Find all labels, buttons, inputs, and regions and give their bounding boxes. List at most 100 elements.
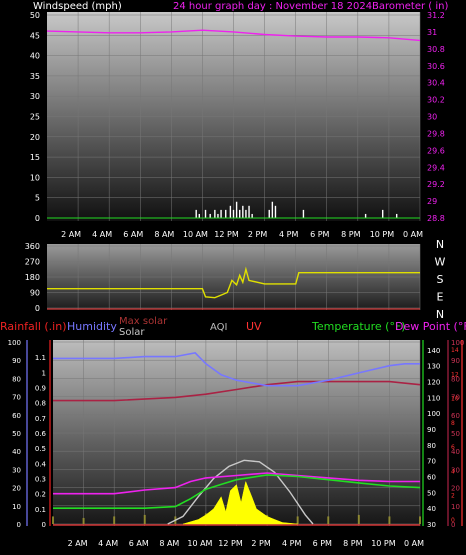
windspeed-bar bbox=[232, 209, 235, 218]
humidity-tick-label: 80 bbox=[12, 375, 21, 383]
windspeed-bar bbox=[239, 209, 241, 218]
windspeed-bar bbox=[195, 209, 197, 218]
barometer-tick-label: 29 bbox=[427, 197, 437, 206]
dew-point-tick-label: 20 bbox=[451, 485, 460, 493]
uv-tick-label: 8 bbox=[451, 420, 455, 427]
uv-tick-label: 4 bbox=[451, 468, 455, 475]
time-tick-label: 4 AM bbox=[92, 230, 112, 239]
weather-graphs: Windspeed (mph) 24 hour graph day : Nove… bbox=[0, 1, 466, 548]
barometer-tick-label: 29.8 bbox=[427, 129, 445, 138]
legend-temperature: Temperature (°F) bbox=[311, 320, 406, 333]
time-tick-label: 8 AM bbox=[159, 539, 179, 548]
windspeed-tick-label: 25 bbox=[30, 113, 40, 122]
aqi-bar bbox=[82, 517, 85, 524]
aqi-bar bbox=[419, 516, 421, 524]
uv-tick-label: 2 bbox=[451, 493, 455, 500]
panel1-time-ticks: 2 AM 4 AM 6 AM 8 AM 10 AM 12 PM 2 PM 4 PM 6 PM 8 … bbox=[61, 230, 423, 239]
humidity-tick-label: 20 bbox=[12, 485, 21, 493]
humidity-tick-label: 60 bbox=[12, 412, 21, 420]
windspeed-tick-label: 10 bbox=[30, 173, 40, 182]
windspeed-bar bbox=[271, 201, 274, 218]
temperature-tick-label: 80 bbox=[427, 442, 436, 450]
barometer-tick-label: 30 bbox=[427, 113, 437, 122]
windspeed-bar bbox=[198, 213, 201, 218]
time-tick-label: 6 AM bbox=[123, 230, 143, 239]
windspeed-bar bbox=[274, 205, 277, 218]
time-tick-label: 2 PM bbox=[248, 230, 267, 239]
windspeed-tick-label: 0 bbox=[35, 214, 40, 223]
graph-title: 24 hour graph day : November 18 2024 bbox=[173, 1, 372, 12]
compass-label: S bbox=[437, 273, 444, 286]
windspeed-tick-label: 30 bbox=[30, 92, 40, 101]
time-tick-label: 10 PM bbox=[371, 539, 396, 548]
humidity-tick-label: 90 bbox=[12, 357, 21, 365]
windspeed-bar bbox=[209, 213, 211, 218]
windspeed-tick-label: 5 bbox=[35, 194, 40, 203]
windspeed-bar bbox=[251, 213, 253, 218]
barometer-tick-label: 30.2 bbox=[427, 96, 445, 105]
aqi-bar bbox=[143, 514, 146, 524]
barometer-tick-label: 29.4 bbox=[427, 163, 445, 172]
time-tick-label: 6 PM bbox=[313, 539, 332, 548]
rainfall-tick-label: 1.1 bbox=[35, 354, 46, 362]
windspeed-tick-label: 40 bbox=[30, 52, 40, 61]
time-tick-label: 6 AM bbox=[129, 539, 149, 548]
legend-rainfall: Rainfall (.in) bbox=[0, 320, 67, 333]
wind-direction-degree-ticks: 0 90 180 270 360 bbox=[25, 242, 40, 313]
rainfall-tick-label: 0.2 bbox=[35, 491, 46, 499]
barometer-tick-label: 28.8 bbox=[427, 214, 445, 223]
dew-point-tick-label: 10 bbox=[451, 503, 460, 511]
legend-uv: UV bbox=[246, 320, 262, 333]
aqi-bar bbox=[388, 516, 391, 524]
time-tick-label: 4 PM bbox=[282, 539, 301, 548]
windspeed-bar bbox=[268, 209, 270, 218]
temperature-tick-label: 130 bbox=[427, 363, 440, 371]
barometer-axis-ticks: 28.8 29 29.2 29.4 29.6 29.8 30 30.2 30.4 30.6 30.8… bbox=[427, 11, 445, 223]
time-tick-label: 10 AM bbox=[183, 230, 208, 239]
legend-aqi: AQI bbox=[210, 322, 228, 333]
rainfall-tick-label: 0.9 bbox=[35, 385, 46, 393]
windspeed-bar bbox=[204, 209, 207, 218]
humidity-tick-label: 40 bbox=[12, 448, 21, 456]
time-tick-label: 2 PM bbox=[251, 539, 270, 548]
uv-tick-label: 6 bbox=[451, 444, 455, 451]
aqi-bar bbox=[52, 516, 54, 524]
windspeed-axis-ticks: 0 5 10 15 20 25 30 35 40 45 50 bbox=[30, 11, 40, 223]
rainfall-tick-label: 0.1 bbox=[35, 506, 46, 514]
temperature-tick-label: 50 bbox=[427, 489, 436, 497]
temperature-tick-label: 30 bbox=[427, 521, 436, 529]
legend-dew-point: Dew Point (°F) bbox=[395, 320, 466, 333]
windspeed-axis-label: Windspeed (mph) bbox=[33, 1, 122, 12]
compass-label: E bbox=[437, 291, 444, 304]
degree-tick-label: 180 bbox=[25, 273, 40, 282]
humidity-tick-label: 70 bbox=[12, 394, 21, 402]
time-tick-label: 2 AM bbox=[68, 539, 88, 548]
windspeed-tick-label: 35 bbox=[30, 72, 40, 81]
dew-point-tick-label: 60 bbox=[451, 412, 460, 420]
time-tick-label: 10 AM bbox=[187, 539, 212, 548]
time-tick-label: 8 PM bbox=[343, 539, 362, 548]
humidity-tick-label: 100 bbox=[8, 339, 21, 347]
humidity-tick-label: 10 bbox=[12, 503, 21, 511]
windspeed-bar bbox=[245, 209, 247, 218]
temperature-tick-label: 100 bbox=[427, 410, 440, 418]
temperature-tick-label: 60 bbox=[427, 474, 436, 482]
windspeed-tick-label: 20 bbox=[30, 133, 40, 142]
windspeed-bar bbox=[302, 209, 305, 218]
windspeed-bar bbox=[242, 205, 244, 218]
barometer-tick-label: 31.2 bbox=[427, 11, 445, 20]
barometer-tick-label: 31 bbox=[427, 28, 437, 37]
windspeed-bar bbox=[235, 201, 238, 218]
legend-solar: Solar bbox=[119, 327, 145, 338]
humidity-tick-label: 30 bbox=[12, 466, 21, 474]
windspeed-bar bbox=[225, 209, 227, 218]
barometer-tick-label: 29.2 bbox=[427, 180, 445, 189]
windspeed-bar bbox=[248, 205, 250, 218]
temperature-tick-label: 110 bbox=[427, 394, 440, 402]
rainfall-tick-label: 0 bbox=[42, 521, 46, 529]
time-tick-label: 0 AM bbox=[404, 539, 424, 548]
time-tick-label: 12 PM bbox=[218, 539, 243, 548]
barometer-tick-label: 29.6 bbox=[427, 146, 445, 155]
humidity-tick-label: 0 bbox=[17, 521, 21, 529]
dew-point-tick-label: 90 bbox=[451, 357, 460, 365]
